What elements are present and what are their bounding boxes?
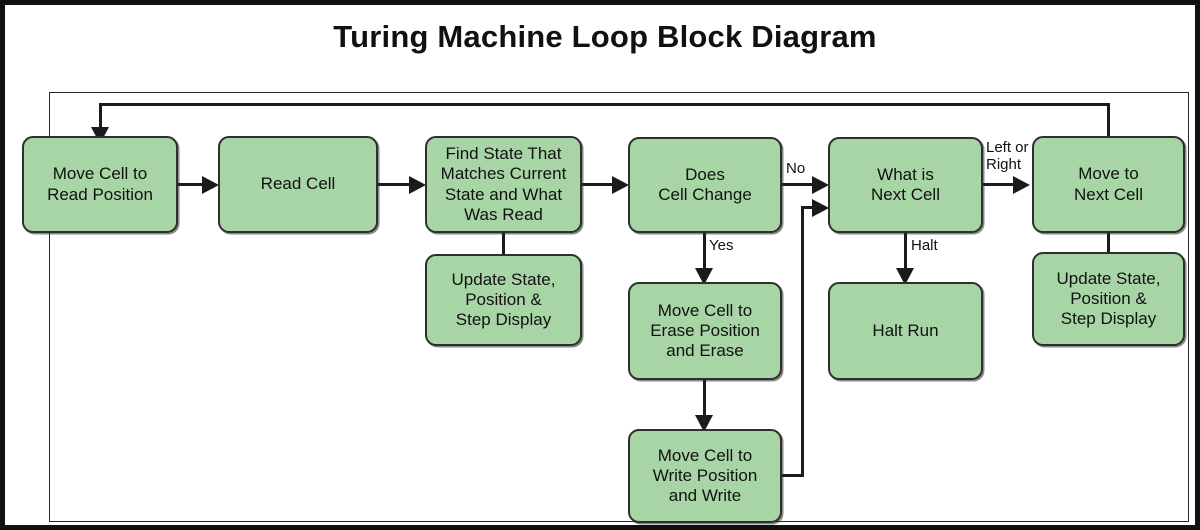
node-read-cell[interactable]: Read Cell [218,136,378,233]
node-label: Find State That Matches Current State an… [440,144,567,224]
node-label: Does Cell Change [658,164,752,204]
diagram-canvas: Turing Machine Loop Block Diagram Yes No… [0,0,1200,530]
edge-feedback-up [1107,103,1110,138]
edge-label-halt: Halt [911,237,938,254]
node-update-state-left[interactable]: Update State, Position & Step Display [425,254,582,346]
edge-label-no: No [786,160,806,177]
arrowhead-find-state [409,176,426,194]
node-what-is-next-cell[interactable]: What is Next Cell [828,137,983,233]
arrowhead-read-cell [202,176,219,194]
node-label: Read Cell [260,174,336,194]
edge-move-next-to-update-right [1107,232,1110,254]
node-find-state[interactable]: Find State That Matches Current State an… [425,136,582,233]
arrowhead-next-cell-no [812,176,829,194]
node-label: Halt Run [872,320,939,340]
node-update-state-right[interactable]: Update State, Position & Step Display [1032,252,1185,346]
node-move-cell-to-write-position[interactable]: Move Cell to Write Position and Write [628,429,782,523]
arrowhead-move-next [1013,176,1030,194]
node-label: Update State, Position & Step Display [451,269,556,330]
node-move-cell-to-read-position[interactable]: Move Cell to Read Position [22,136,178,233]
edge-label-yes: Yes [709,237,734,254]
node-does-cell-change[interactable]: Does Cell Change [628,137,782,233]
node-label: Move to Next Cell [1074,164,1143,204]
edge-write-loop-up [801,206,804,476]
node-label: Update State, Position & Step Display [1056,268,1161,329]
node-label: Move Cell to Erase Position and Erase [650,300,760,361]
arrowhead-next-cell-write [812,199,829,217]
node-move-to-next-cell[interactable]: Move to Next Cell [1032,136,1185,233]
arrowhead-does-change [612,176,629,194]
edge-find-state-to-update-left [502,232,505,256]
node-label: What is Next Cell [871,164,940,204]
node-label: Move Cell to Write Position and Write [652,445,758,506]
edge-label-left-or-right: Left or Right [986,139,1029,174]
node-label: Move Cell to Read Position [47,164,153,204]
node-move-cell-to-erase-position[interactable]: Move Cell to Erase Position and Erase [628,282,782,380]
node-halt-run[interactable]: Halt Run [828,282,983,380]
page-title: Turing Machine Loop Block Diagram [333,19,877,54]
edge-feedback-across [99,103,1110,106]
